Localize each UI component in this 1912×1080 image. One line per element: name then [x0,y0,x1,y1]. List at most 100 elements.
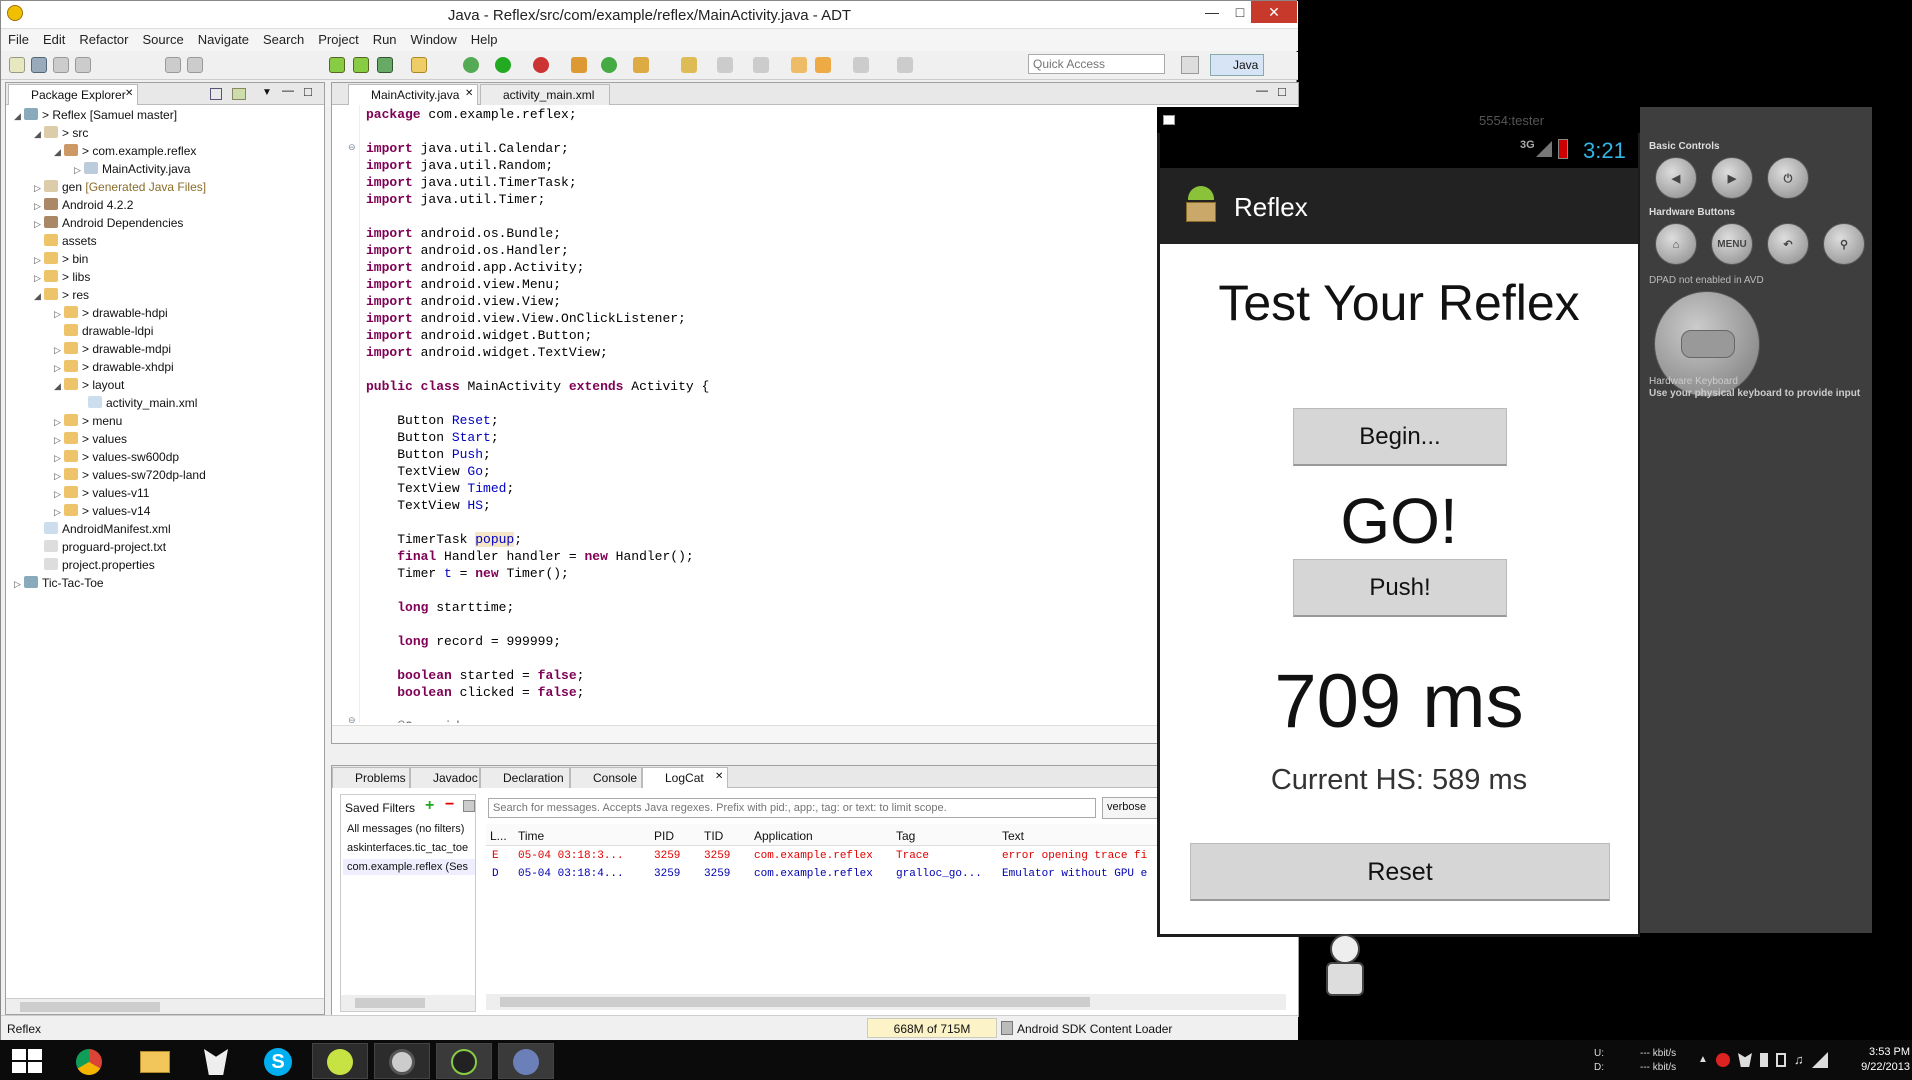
lint-icon[interactable] [377,57,393,73]
tree-item-values-v14[interactable]: ▷ > values-v14 [54,504,150,522]
tree-item-project-properties[interactable]: project.properties [44,558,155,576]
close-button[interactable]: ✕ [1251,1,1297,23]
filter-item[interactable]: askinterfaces.tic_tac_toe [347,842,475,854]
tree-item-drawable-xhdpi[interactable]: ▷ > drawable-xhdpi [54,360,174,378]
close-icon[interactable]: ✕ [125,88,133,99]
tree-item-proguard[interactable]: proguard-project.txt [44,540,166,558]
taskbar-explorer[interactable] [126,1043,182,1079]
code-line[interactable]: public class MainActivity extends Activi… [366,379,709,396]
code-line[interactable]: import android.os.Handler; [366,243,569,260]
code-line[interactable]: TextView HS; [366,498,491,515]
tray-volume-icon[interactable]: ♫ [1794,1052,1804,1067]
tab-console[interactable]: Console [570,767,642,788]
tree-item-android[interactable]: ▷ Android 4.2.2 [34,198,133,216]
last-edit-icon[interactable] [791,57,807,73]
code-line[interactable]: long record = 999999; [366,634,561,651]
filter-item[interactable]: All messages (no filters) [347,823,475,835]
back-icon[interactable] [815,57,831,73]
menu-project[interactable]: Project [311,29,365,47]
clean-icon[interactable] [187,57,203,73]
tree-item-gen[interactable]: ▷ gen [Generated Java Files] [34,180,206,198]
col-tag[interactable]: Tag [896,829,915,843]
col-time[interactable]: Time [518,829,544,843]
editor-h-scrollbar[interactable] [332,725,1298,743]
collapsed-arrow-icon[interactable]: ▷ [34,219,44,230]
tab-problems[interactable]: Problems [332,767,410,788]
tree-item-activity-main[interactable]: activity_main.xml [88,396,197,414]
code-line[interactable]: import java.util.Timer; [366,192,545,209]
volume-down-button[interactable]: ◀ [1655,157,1697,199]
code-line[interactable]: import java.util.Calendar; [366,141,569,158]
expanded-arrow-icon[interactable]: ◢ [54,381,64,392]
collapse-all-icon[interactable] [210,88,222,100]
push-button[interactable]: Push! [1293,559,1507,617]
tray-clock[interactable]: 3:53 PM 9/22/2013 [1836,1046,1910,1073]
reset-button[interactable]: Reset [1190,843,1610,901]
expanded-arrow-icon[interactable]: ◢ [14,111,24,122]
tree-item-reflex[interactable]: ◢ > Reflex [Samuel master] [14,108,177,126]
collapsed-arrow-icon[interactable]: ▷ [54,363,64,374]
collapsed-arrow-icon[interactable]: ▷ [54,471,64,482]
code-line[interactable]: import android.view.View.OnClickListener… [366,311,686,328]
save-all-icon[interactable] [53,57,69,73]
prev-annotation-icon[interactable] [753,57,769,73]
logcat-search-input[interactable] [488,798,1096,818]
tree-item-src[interactable]: ◢ > src [34,126,88,144]
code-line[interactable]: import android.widget.TextView; [366,345,608,362]
pin-editor-icon[interactable] [897,57,913,73]
new-android-icon[interactable] [411,57,427,73]
tab-javadoc[interactable]: Javadoc [410,767,480,788]
tray-arrow-icon[interactable]: ▲ [1698,1054,1708,1065]
begin-button[interactable]: Begin... [1293,408,1507,466]
home-button[interactable]: ⌂ [1655,223,1697,265]
code-line[interactable]: import android.widget.Button; [366,328,592,345]
power-button[interactable]: ⏻ [1767,157,1809,199]
code-line[interactable]: import android.app.Activity; [366,260,584,277]
tree-item-values-sw600dp[interactable]: ▷ > values-sw600dp [54,450,179,468]
menu-window[interactable]: Window [404,29,464,47]
horizontal-scrollbar[interactable] [6,998,324,1014]
collapsed-arrow-icon[interactable]: ▷ [34,201,44,212]
code-line[interactable]: TextView Go; [366,464,491,481]
taskbar-chrome[interactable] [62,1043,118,1079]
tray-phone-icon[interactable] [1776,1053,1786,1067]
code-line[interactable]: long starttime; [366,600,514,617]
tree-item-drawable-mdpi[interactable]: ▷ > drawable-mdpi [54,342,171,360]
trash-icon[interactable] [1001,1021,1013,1035]
taskbar-skype[interactable]: S [250,1043,306,1079]
code-line[interactable]: package com.example.reflex; [366,107,577,124]
minimize-view-icon[interactable]: — [282,83,294,97]
code-line[interactable]: Button Push; [366,447,491,464]
collapsed-arrow-icon[interactable]: ▷ [54,345,64,356]
close-icon[interactable]: ✕ [715,771,723,782]
minimize-view-icon[interactable]: — [1256,83,1268,97]
code-line[interactable]: TimerTask popup; [366,532,522,549]
maximize-view-icon[interactable]: □ [304,84,312,99]
tree-item-values[interactable]: ▷ > values [54,432,127,450]
taskbar-lol[interactable] [312,1043,368,1079]
quick-access-input[interactable] [1028,54,1165,74]
android-sdk-icon[interactable] [329,57,345,73]
scrollbar-thumb[interactable] [355,998,425,1008]
new-icon[interactable] [9,57,25,73]
tree-item-drawable-hdpi[interactable]: ▷ > drawable-hdpi [54,306,168,324]
tree-item-assets[interactable]: assets [44,234,97,252]
collapsed-arrow-icon[interactable]: ▷ [34,183,44,194]
menu-file[interactable]: File [1,29,36,47]
collapsed-arrow-icon[interactable]: ▷ [54,453,64,464]
tree-item-libs[interactable]: ▷ > libs [34,270,90,288]
maximize-view-icon[interactable]: □ [1278,84,1286,99]
scrollbar-thumb[interactable] [500,997,1090,1007]
view-menu-icon[interactable]: ▼ [262,87,272,98]
code-line[interactable]: boolean clicked = false; [366,685,584,702]
collapsed-arrow-icon[interactable]: ▷ [14,579,24,590]
code-line[interactable]: boolean started = false; [366,668,584,685]
expanded-arrow-icon[interactable]: ◢ [54,147,64,158]
tree-item-package[interactable]: ◢ > com.example.reflex [54,144,196,162]
scrollbar-thumb[interactable] [20,1002,160,1012]
code-line[interactable]: Button Start; [366,430,498,447]
tree-item-layout[interactable]: ◢ > layout [54,378,124,396]
open-perspective-icon[interactable] [1181,56,1199,74]
tree-item-values-v11[interactable]: ▷ > values-v11 [54,486,149,504]
new-class-icon[interactable] [601,57,617,73]
